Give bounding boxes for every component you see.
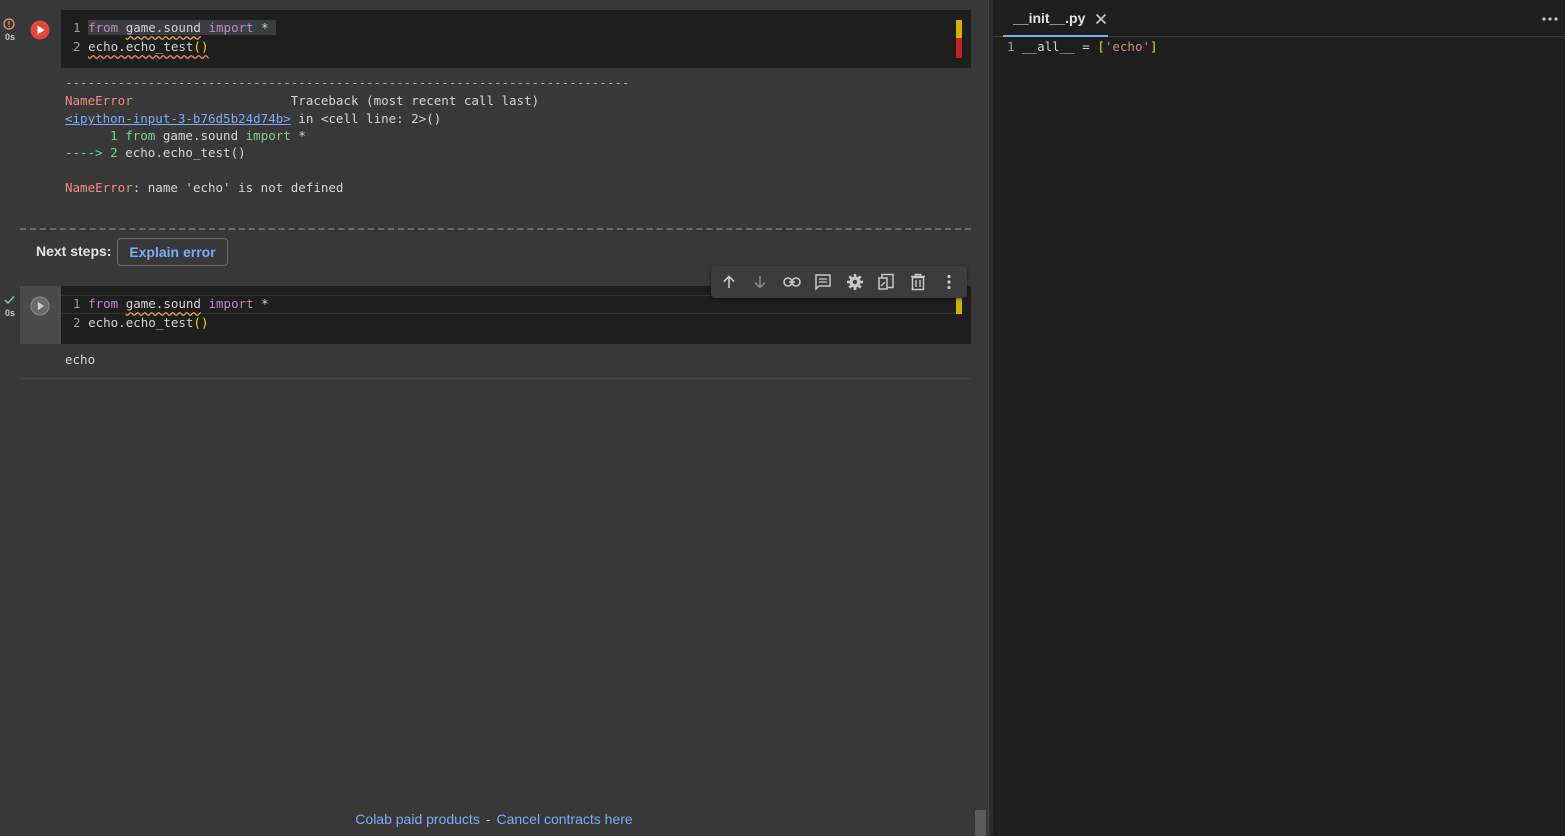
- link-icon[interactable]: [780, 270, 804, 294]
- arrow-down-icon[interactable]: [748, 270, 772, 294]
- comment-icon[interactable]: [811, 270, 835, 294]
- cancel-contracts-link[interactable]: Cancel contracts here: [497, 811, 633, 827]
- warning-scroll-marker: [956, 20, 962, 38]
- arrow-up-icon[interactable]: [717, 270, 741, 294]
- traceback-location: <ipython-input-3-b76d5b24d74b> in <cell …: [65, 111, 442, 126]
- warning-scroll-marker: [956, 298, 962, 314]
- tab-init-py[interactable]: __init__.py: [1003, 0, 1108, 37]
- cell-1-editor[interactable]: 1 from game.sound import * 2 echo.echo_t…: [61, 10, 971, 68]
- success-check-icon: [4, 295, 15, 307]
- traceback-header: NameError Traceback (most recent call la…: [65, 93, 540, 108]
- code-line-1: 1 from game.sound import *: [73, 296, 269, 311]
- error-message: NameError: name 'echo' is not defined: [65, 180, 344, 195]
- cell-1-run-button[interactable]: [28, 18, 52, 42]
- close-icon[interactable]: [1095, 12, 1107, 25]
- cell-toolbar: [711, 266, 967, 298]
- output-text: echo: [65, 352, 96, 367]
- output-separator: [20, 228, 971, 230]
- code-line-2: 2 echo.echo_test(): [73, 39, 209, 54]
- cell-1-exec-time: 0s: [5, 32, 16, 42]
- editor-tab-bar: __init__.py: [993, 0, 1565, 37]
- mirror-cell-icon[interactable]: [874, 270, 898, 294]
- more-vert-icon[interactable]: [937, 270, 961, 294]
- cell-2-run-button[interactable]: [28, 294, 52, 318]
- traceback-divider: ----------------------------------------…: [65, 75, 630, 90]
- cell-2-exec-time: 0s: [5, 308, 16, 318]
- error-status-icon: [3, 18, 15, 32]
- code-line-1: 1 from game.sound import *: [73, 20, 277, 35]
- vertical-scrollbar[interactable]: [975, 810, 986, 836]
- footer: Colab paid products - Cancel contracts her…: [0, 811, 988, 827]
- cell-1-output: ----------------------------------------…: [20, 68, 971, 218]
- traceback-line-1: 1 from game.sound import *: [65, 128, 306, 143]
- paid-products-link[interactable]: Colab paid products: [355, 811, 480, 827]
- next-steps-label: Next steps:: [36, 243, 112, 259]
- traceback-line-2: ----> 2 echo.echo_test(): [65, 145, 246, 160]
- explain-error-button[interactable]: Explain error: [117, 238, 228, 266]
- editor-code-line-1[interactable]: 1 __all__ = ['echo']: [1007, 39, 1158, 54]
- ipython-input-link[interactable]: <ipython-input-3-b76d5b24d74b>: [65, 111, 291, 126]
- more-horiz-icon[interactable]: [1541, 10, 1559, 28]
- trash-icon[interactable]: [906, 270, 930, 294]
- gear-icon[interactable]: [843, 270, 867, 294]
- code-line-2: 2 echo.echo_test(): [73, 315, 209, 330]
- notebook-pane: 0s 1 from game.sound import * 2 echo.ech…: [0, 0, 988, 836]
- file-editor-pane: __init__.py 1 __all__ = ['echo']: [993, 0, 1565, 836]
- error-scroll-marker: [956, 38, 962, 58]
- tab-label: __init__.py: [1013, 10, 1086, 26]
- footer-separator: -: [485, 811, 491, 827]
- cell-2-output: echo: [20, 344, 971, 379]
